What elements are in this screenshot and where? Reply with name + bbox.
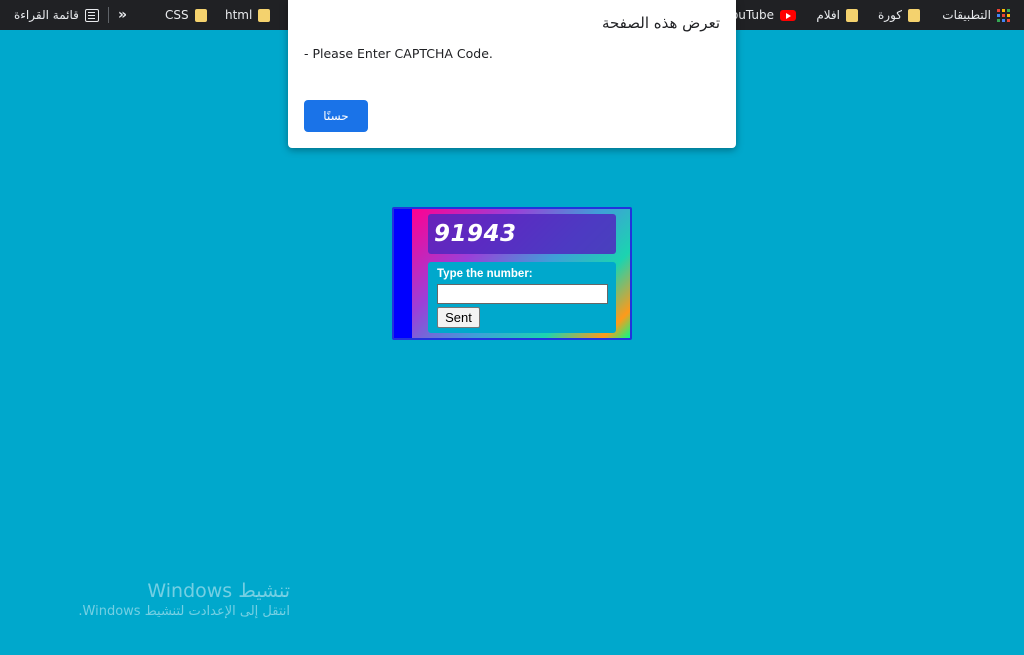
bookmark-youtube[interactable]: ouTube xyxy=(731,0,796,30)
bookmark-css[interactable]: CSS xyxy=(165,0,207,30)
reading-list-label: قائمة القراءة xyxy=(14,8,79,22)
reading-list-button[interactable]: قائمة القراءة xyxy=(14,0,99,30)
folder-icon xyxy=(908,8,920,22)
apps-grid-icon xyxy=(997,8,1010,22)
watermark-title: تنشيط Windows xyxy=(147,580,290,602)
captcha-gradient-panel: 91943 Type the number: Sent xyxy=(412,209,630,338)
bookmark-label: افلام xyxy=(816,8,840,22)
bookmark-label: html xyxy=(225,8,253,22)
bookmark-label: كورة xyxy=(878,8,902,22)
bookmark-aflam[interactable]: افلام xyxy=(816,0,858,30)
captcha-widget: 91943 Type the number: Sent xyxy=(392,207,632,340)
sent-button[interactable]: Sent xyxy=(437,307,480,328)
windows-activation-watermark: تنشيط Windows انتقل إلى الإعدادت لتنشيط … xyxy=(50,580,290,619)
captcha-prompt: Type the number: xyxy=(437,268,533,280)
bookmark-label: CSS xyxy=(165,8,189,22)
captcha-input[interactable] xyxy=(437,284,608,304)
more-bookmarks-button[interactable]: » xyxy=(118,0,127,30)
reading-list-icon xyxy=(84,8,99,22)
dialog-title: تعرض هذه الصفحة xyxy=(601,14,720,32)
chevron-double-icon: » xyxy=(118,7,128,23)
bookmark-apps[interactable]: التطبيقات xyxy=(942,0,1010,30)
bookmark-label: ouTube xyxy=(730,8,774,22)
ok-button[interactable]: حسنًا xyxy=(304,100,368,132)
dialog-message: - Please Enter CAPTCHA Code. xyxy=(304,46,493,61)
apps-label: التطبيقات xyxy=(942,8,991,22)
youtube-icon xyxy=(780,9,796,21)
bookmark-html[interactable]: html xyxy=(225,0,271,30)
folder-icon xyxy=(194,8,207,22)
bookmark-kora[interactable]: كورة xyxy=(878,0,920,30)
folder-icon xyxy=(258,8,271,22)
captcha-code: 91943 xyxy=(428,214,616,254)
folder-icon xyxy=(846,8,858,22)
captcha-form: Type the number: Sent xyxy=(428,262,616,333)
watermark-subtitle: انتقل إلى الإعدادت لتنشيط Windows. xyxy=(78,604,290,619)
divider xyxy=(108,7,109,23)
alert-dialog: تعرض هذه الصفحة - Please Enter CAPTCHA C… xyxy=(288,0,736,148)
